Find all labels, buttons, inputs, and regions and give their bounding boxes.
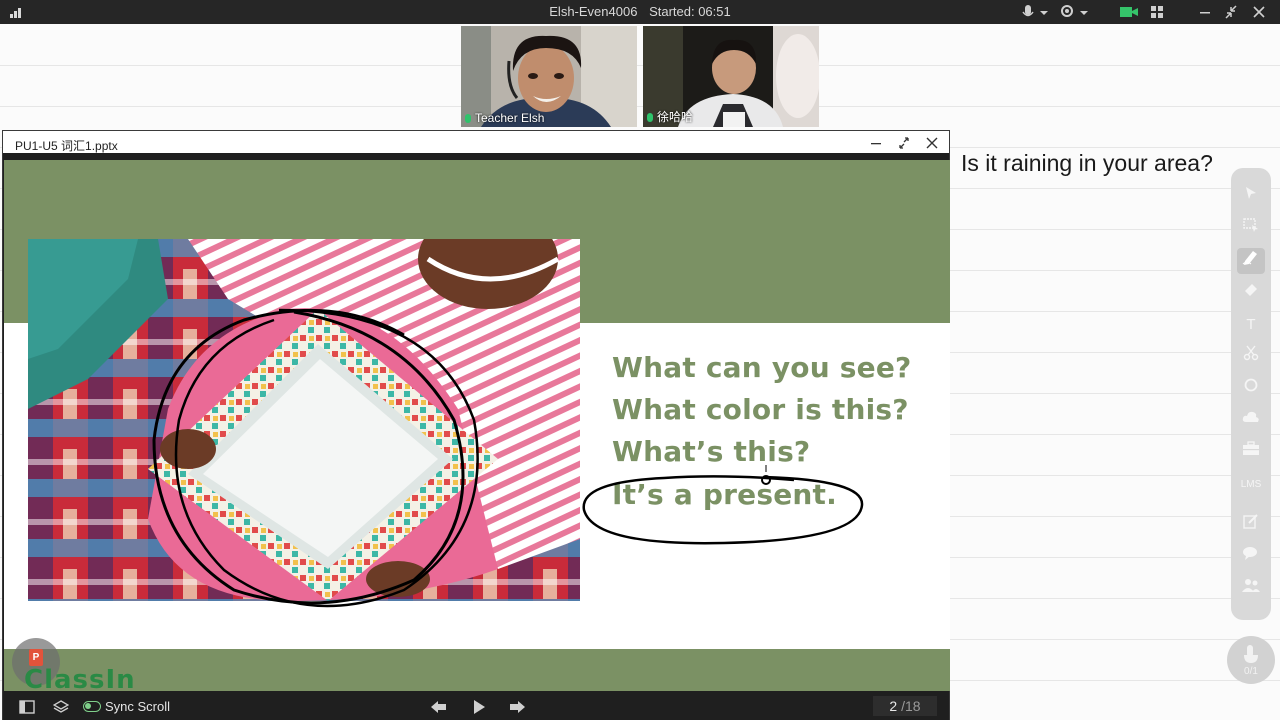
close-icon[interactable] [1251,3,1267,21]
cloud-icon [1242,411,1259,422]
text-tool[interactable]: T [1237,312,1265,338]
classin-logo: ClassIn [24,665,136,691]
teacher-name-label: Teacher Elsh [465,111,544,125]
chat-icon [1243,547,1257,560]
cloud-tool[interactable] [1237,408,1265,434]
whiteboard-question: Is it raining in your area? [961,150,1213,176]
annotation-ink-layer [152,308,864,608]
pointer-tool[interactable] [1237,184,1265,210]
text-icon: T [1246,316,1256,333]
play-button[interactable] [472,699,486,715]
window-maximize-button[interactable] [893,134,915,152]
select-icon [1243,218,1258,232]
mic-on-icon [647,113,653,122]
expand-icon [899,137,909,149]
collapse-icon[interactable] [1223,3,1239,21]
student-name-label: 徐哈哈 [647,108,693,125]
eraser-tool[interactable] [1237,280,1265,306]
page-indicator[interactable]: 2 /18 [873,696,937,716]
student-video[interactable]: 徐哈哈 [643,26,819,127]
slide-window[interactable]: PU1-U5 词汇1.pptx What can you see? What c… [2,130,950,720]
lms-icon: LMS [1240,479,1262,490]
previous-slide-button[interactable] [429,699,447,715]
mic-on-icon [465,114,471,123]
close-icon [926,137,938,149]
window-minimize-button[interactable] [865,134,887,152]
ink-circle-answer [582,475,864,545]
toggle-icon [83,701,101,712]
pen-tool[interactable] [1237,248,1265,274]
pen-icon [1242,251,1257,265]
raise-hand-button[interactable]: 0/1 [1227,636,1275,684]
eraser-icon [1245,284,1257,296]
microphone-icon[interactable] [1020,3,1050,21]
teacher-name: Teacher Elsh [475,111,545,125]
slide-bottom-bar: Sync Scroll 2 /18 [3,693,949,720]
minimize-icon[interactable] [1197,3,1213,21]
select-tool[interactable] [1237,216,1265,242]
teacher-video[interactable]: Teacher Elsh [461,26,637,127]
next-slide-button[interactable] [509,699,527,715]
slide-filename: PU1-U5 词汇1.pptx [15,139,118,153]
scissors-tool[interactable] [1237,344,1265,370]
slide-canvas[interactable]: What can you see? What color is this? Wh… [4,160,950,691]
layers-icon[interactable] [53,700,69,714]
powerpoint-icon: P [29,649,43,666]
shape-icon [1244,378,1258,392]
grid-view-icon[interactable] [1149,3,1165,21]
tool-palette: T LMS [1231,168,1271,620]
ink-circle-present [152,308,465,605]
users-tool[interactable] [1237,576,1265,602]
edit-tool[interactable] [1237,512,1265,538]
minimize-icon [871,143,881,145]
top-bar: Elsh-Even4006 Started: 06:51 [0,0,1280,24]
window-close-button[interactable] [921,134,943,152]
users-icon [1242,579,1260,592]
shape-tool[interactable] [1237,376,1265,402]
speaker-icon[interactable] [1058,3,1090,21]
scissors-icon [1243,345,1259,361]
sync-scroll-toggle[interactable]: Sync Scroll [83,699,170,714]
page-current: 2 [889,698,898,714]
raise-hand-count: 0/1 [1244,666,1258,677]
lms-tool[interactable]: LMS [1237,472,1265,498]
edit-icon [1243,514,1258,529]
page-total: /18 [901,698,921,714]
room-name: Elsh-Even4006 [549,4,638,19]
started-time: Started: 06:51 [649,4,731,19]
camera-icon[interactable] [1119,3,1139,21]
slide-window-titlebar[interactable]: PU1-U5 词汇1.pptx [3,131,949,157]
sync-scroll-label: Sync Scroll [105,699,171,714]
sidebar-toggle-icon[interactable] [19,700,35,714]
pointer-icon [1246,187,1256,199]
toolbox-icon [1243,441,1259,455]
chat-tool[interactable] [1237,544,1265,570]
student-name: 徐哈哈 [657,110,694,124]
hand-icon [1244,645,1258,663]
toolbox-tool[interactable] [1237,440,1265,466]
